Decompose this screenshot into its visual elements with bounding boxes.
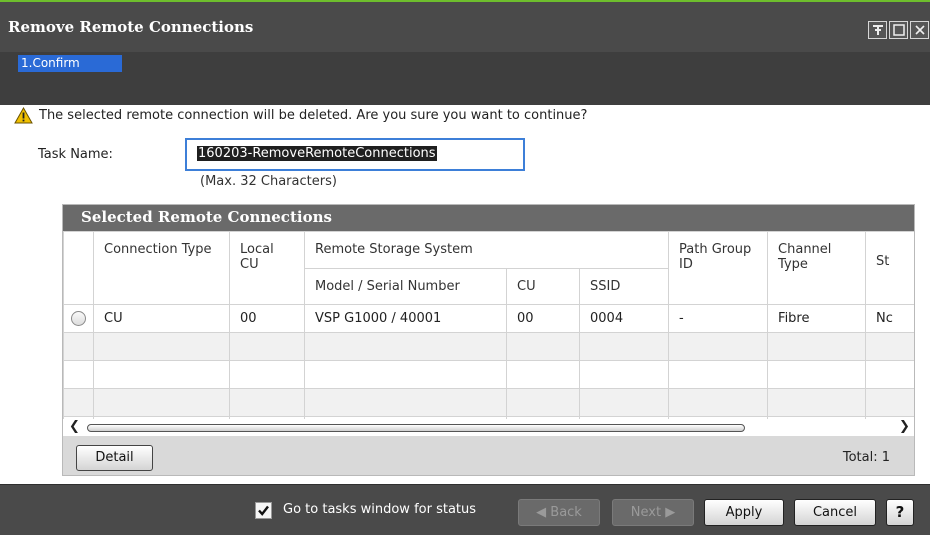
maximize-icon[interactable] <box>889 21 908 39</box>
cancel-button[interactable]: Cancel <box>794 499 876 526</box>
go-to-tasks-checkbox[interactable] <box>255 502 272 519</box>
connections-table: Connection Type Local CU Remote Storage … <box>63 231 914 445</box>
total-count: Total: 1 <box>842 450 890 465</box>
scroll-right-icon[interactable]: ❯ <box>899 419 910 434</box>
pin-icon[interactable] <box>868 21 887 39</box>
warning-text: The selected remote connection will be d… <box>39 108 588 123</box>
empty-row <box>63 388 914 417</box>
column-header-ssid[interactable]: SSID <box>578 268 670 305</box>
horizontal-scrollbar[interactable]: ❮ ❯ <box>63 419 914 436</box>
empty-row <box>63 360 914 389</box>
cell-status: Nc <box>865 304 914 333</box>
column-header-path-group-id[interactable]: Path Group ID <box>668 231 769 305</box>
task-name-input[interactable]: 160203-RemoveRemoteConnections <box>185 138 525 171</box>
cell-path-group-id: - <box>668 304 769 333</box>
column-header-cu[interactable]: CU <box>506 268 580 305</box>
apply-button[interactable]: Apply <box>704 499 784 526</box>
column-header-model-serial[interactable]: Model / Serial Number <box>304 268 507 305</box>
task-name-value: 160203-RemoveRemoteConnections <box>197 146 437 161</box>
window-title: Remove Remote Connections <box>8 18 254 36</box>
go-to-tasks-label[interactable]: Go to tasks window for status <box>283 502 476 517</box>
cell-connection-type: CU <box>93 304 230 333</box>
task-name-hint: (Max. 32 Characters) <box>200 174 337 189</box>
column-header-channel-type[interactable]: Channel Type <box>767 231 867 305</box>
select-column-header <box>63 231 94 305</box>
close-icon[interactable] <box>910 21 929 39</box>
bottom-action-bar: Go to tasks window for status ◀ Back Nex… <box>0 484 930 535</box>
selected-remote-connections-panel: Selected Remote Connections Connection T… <box>62 204 915 476</box>
panel-title: Selected Remote Connections <box>81 208 332 226</box>
cell-local-cu: 00 <box>229 304 305 333</box>
task-name-label: Task Name: <box>38 147 113 162</box>
panel-footer: Detail Total: 1 <box>63 436 914 475</box>
step-confirm[interactable]: 1.Confirm <box>18 55 122 72</box>
cell-channel-type: Fibre <box>767 304 867 333</box>
table-row[interactable]: CU 00 VSP G1000 / 40001 00 0004 - Fibre … <box>63 304 914 333</box>
column-group-remote-storage-system: Remote Storage System <box>303 231 670 269</box>
cell-cu: 00 <box>506 304 580 333</box>
column-header-connection-type[interactable]: Connection Type <box>93 231 230 305</box>
cell-model-serial: VSP G1000 / 40001 <box>304 304 507 333</box>
checkmark-icon <box>258 505 269 516</box>
title-bar: Remove Remote Connections <box>0 0 930 52</box>
scrollbar-thumb[interactable] <box>87 424 745 432</box>
warning-icon <box>14 107 33 124</box>
column-header-status[interactable]: St <box>865 231 914 305</box>
column-header-local-cu[interactable]: Local CU <box>229 231 305 305</box>
row-select-radio[interactable] <box>71 311 86 326</box>
help-button[interactable]: ? <box>886 499 914 526</box>
next-button[interactable]: Next ▶ <box>612 499 694 526</box>
scroll-left-icon[interactable]: ❮ <box>69 419 80 434</box>
cell-ssid: 0004 <box>578 304 670 333</box>
back-button[interactable]: ◀ Back <box>518 499 600 526</box>
warning-message: The selected remote connection will be d… <box>14 107 587 124</box>
panel-header: Selected Remote Connections <box>63 205 914 231</box>
wizard-steps: 1.Confirm <box>0 52 930 105</box>
empty-row <box>63 332 914 361</box>
detail-button[interactable]: Detail <box>76 445 153 471</box>
